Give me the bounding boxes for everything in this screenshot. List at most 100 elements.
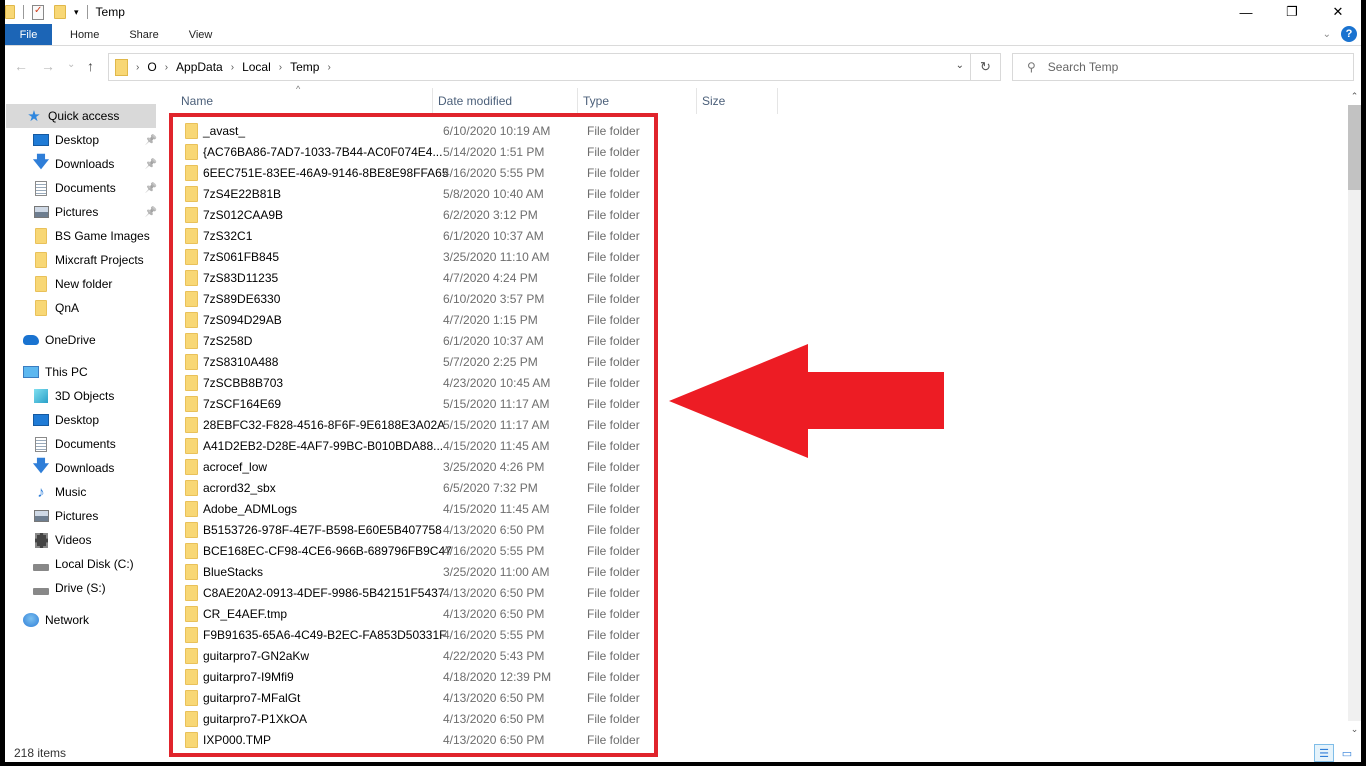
sidebar-item-bs-game-images[interactable]: BS Game Images: [33, 224, 157, 248]
file-row[interactable]: 7zSCBB8B703 4/23/2020 10:45 AM File folder: [175, 372, 655, 393]
sidebar-item-documents[interactable]: Documents 📌: [33, 176, 157, 200]
file-row[interactable]: 28EBFC32-F828-4516-8F6F-9E6188E3A02A 5/15…: [175, 414, 655, 435]
breadcrumb-temp[interactable]: Temp: [290, 60, 319, 74]
column-header-date-modified[interactable]: Date modified: [434, 88, 578, 114]
file-row[interactable]: A41D2EB2-D28E-4AF7-99BC-B010BDA88... 4/15…: [175, 435, 655, 456]
file-type: File folder: [587, 459, 640, 474]
tab-home[interactable]: Home: [52, 24, 114, 45]
tab-file[interactable]: File: [5, 24, 52, 45]
breadcrumb-local[interactable]: Local: [242, 60, 271, 74]
sidebar-item-network[interactable]: Network: [23, 608, 89, 632]
sidebar-item-downloads[interactable]: 🡇 Downloads: [33, 456, 163, 480]
column-header-name[interactable]: Name: [177, 88, 433, 114]
file-type: File folder: [587, 396, 640, 411]
chevron-right-icon[interactable]: ›: [165, 62, 168, 73]
file-name: 7zS4E22B81B: [203, 186, 282, 201]
customize-toolbar-icon[interactable]: ▾: [74, 7, 79, 18]
breadcrumb-appdata[interactable]: AppData: [176, 60, 223, 74]
file-row[interactable]: 7zS32C1 6/1/2020 10:37 AM File folder: [175, 225, 655, 246]
address-dropdown-icon[interactable]: ⌄: [956, 60, 964, 71]
sidebar-item-new-folder[interactable]: New folder: [33, 272, 157, 296]
file-row[interactable]: acrord32_sbx 6/5/2020 7:32 PM File folder: [175, 477, 655, 498]
sidebar-item-qna[interactable]: QnA: [33, 296, 157, 320]
sidebar-item-videos[interactable]: Videos: [33, 528, 163, 552]
file-row[interactable]: 7zS258D 6/1/2020 10:37 AM File folder: [175, 330, 655, 351]
file-row[interactable]: acrocef_low 3/25/2020 4:26 PM File folder: [175, 456, 655, 477]
pin-icon[interactable]: 📌: [145, 135, 157, 146]
sidebar-item-onedrive[interactable]: OneDrive: [23, 328, 96, 352]
help-icon[interactable]: ?: [1341, 26, 1357, 42]
scroll-down-icon[interactable]: ⌄: [1348, 721, 1361, 738]
large-icons-view-icon[interactable]: ▭: [1337, 744, 1357, 762]
file-name: B5153726-978F-4E7F-B598-E60E5B407758: [203, 522, 442, 537]
file-row[interactable]: 7zS8310A488 5/7/2020 2:25 PM File folder: [175, 351, 655, 372]
chevron-right-icon[interactable]: ›: [327, 62, 330, 73]
refresh-icon[interactable]: ↻: [970, 54, 1000, 80]
sidebar-item-pictures[interactable]: Pictures 📌: [33, 200, 157, 224]
search-box[interactable]: ⚲: [1012, 53, 1354, 81]
sidebar-item-local-disk-c[interactable]: Local Disk (C:): [33, 552, 163, 576]
file-row[interactable]: CR_E4AEF.tmp 4/13/2020 6:50 PM File folder: [175, 603, 655, 624]
file-row[interactable]: _avast_ 6/10/2020 10:19 AM File folder: [175, 120, 655, 141]
sidebar-item-label: Pictures: [55, 509, 99, 523]
search-input[interactable]: [1047, 60, 1308, 74]
forward-icon[interactable]: →: [41, 58, 55, 74]
close-button[interactable]: ✕: [1315, 0, 1361, 24]
pin-icon[interactable]: 📌: [145, 159, 157, 170]
file-row[interactable]: Adobe_ADMLogs 4/15/2020 11:45 AM File fold…: [175, 498, 655, 519]
sidebar-item-pictures[interactable]: Pictures: [33, 504, 163, 528]
file-row[interactable]: guitarpro7-I9Mfi9 4/18/2020 12:39 PM File …: [175, 666, 655, 687]
file-row[interactable]: 7zS012CAA9B 6/2/2020 3:12 PM File folder: [175, 204, 655, 225]
file-row[interactable]: 7zS094D29AB 4/7/2020 1:15 PM File folder: [175, 309, 655, 330]
back-icon[interactable]: ←: [14, 58, 28, 74]
file-row[interactable]: F9B91635-65A6-4C49-B2EC-FA853D50331F 4/16…: [175, 624, 655, 645]
column-header-size[interactable]: Size: [698, 88, 778, 114]
sidebar-item-this-pc[interactable]: This PC: [23, 360, 88, 384]
sidebar-item-desktop[interactable]: Desktop 📌: [33, 128, 157, 152]
sidebar-item-drive-s[interactable]: Drive (S:): [33, 576, 163, 600]
file-row[interactable]: 7zS4E22B81B 5/8/2020 10:40 AM File folder: [175, 183, 655, 204]
file-row[interactable]: guitarpro7-GN2aKw 4/22/2020 5:43 PM File f…: [175, 645, 655, 666]
up-icon[interactable]: ↑: [87, 58, 94, 74]
file-row[interactable]: C8AE20A2-0913-4DEF-9986-5B42151F5437 4/13…: [175, 582, 655, 603]
chevron-right-icon[interactable]: ›: [136, 62, 139, 73]
file-row[interactable]: {AC76BA86-7AD7-1033-7B44-AC0F074E4... 5/1…: [175, 141, 655, 162]
breadcrumb-o[interactable]: O: [147, 60, 156, 74]
tab-share[interactable]: Share: [114, 24, 173, 45]
sidebar-item-documents[interactable]: Documents: [33, 432, 163, 456]
file-row[interactable]: 7zS83D11235 4/7/2020 4:24 PM File folder: [175, 267, 655, 288]
file-row[interactable]: 7zS061FB845 3/25/2020 11:10 AM File folder: [175, 246, 655, 267]
pin-icon[interactable]: 📌: [145, 207, 157, 218]
sidebar-item-quick-access[interactable]: ★ Quick access: [6, 104, 156, 128]
scroll-up-icon[interactable]: ⌃: [1348, 88, 1361, 105]
sidebar-item-mixcraft-projects[interactable]: Mixcraft Projects: [33, 248, 157, 272]
vertical-scrollbar[interactable]: ⌃ ⌄: [1348, 88, 1361, 738]
sidebar-item-music[interactable]: ♪ Music: [33, 480, 163, 504]
sidebar-item-downloads[interactable]: 🡇 Downloads 📌: [33, 152, 157, 176]
new-folder-icon[interactable]: [54, 5, 66, 19]
details-view-icon[interactable]: ☰: [1314, 744, 1334, 762]
file-row[interactable]: BCE168EC-CF98-4CE6-966B-689796FB9C47 4/16…: [175, 540, 655, 561]
pin-icon[interactable]: 📌: [145, 183, 157, 194]
address-bar[interactable]: › O › AppData › Local › Temp › ⌄ ↻: [108, 53, 1001, 81]
file-row[interactable]: B5153726-978F-4E7F-B598-E60E5B407758 4/13…: [175, 519, 655, 540]
file-row[interactable]: guitarpro7-P1XkOA 4/13/2020 6:50 PM File f…: [175, 708, 655, 729]
sidebar-item-desktop[interactable]: Desktop: [33, 408, 163, 432]
expand-ribbon-icon[interactable]: ⌄: [1323, 29, 1331, 40]
file-row[interactable]: 7zS89DE6330 6/10/2020 3:57 PM File folder: [175, 288, 655, 309]
file-row[interactable]: guitarpro7-MFalGt 4/13/2020 6:50 PM File f…: [175, 687, 655, 708]
folder-icon: [185, 270, 198, 286]
file-row[interactable]: 7zSCF164E69 5/15/2020 11:17 AM File folder: [175, 393, 655, 414]
chevron-right-icon[interactable]: ›: [231, 62, 234, 73]
minimize-button[interactable]: —: [1223, 0, 1269, 24]
sidebar-item-3d-objects[interactable]: 3D Objects: [33, 384, 163, 408]
tab-view[interactable]: View: [174, 24, 228, 45]
column-header-type[interactable]: Type: [579, 88, 697, 114]
scrollbar-thumb[interactable]: [1348, 105, 1361, 190]
file-row[interactable]: 6EEC751E-83EE-46A9-9146-8BE8E98FFA65 4/16…: [175, 162, 655, 183]
maximize-button[interactable]: ❐: [1269, 0, 1315, 24]
file-row[interactable]: BlueStacks 3/25/2020 11:00 AM File folder: [175, 561, 655, 582]
properties-icon[interactable]: [32, 4, 44, 20]
recent-locations-icon[interactable]: ⌄: [67, 59, 75, 70]
chevron-right-icon[interactable]: ›: [279, 62, 282, 73]
